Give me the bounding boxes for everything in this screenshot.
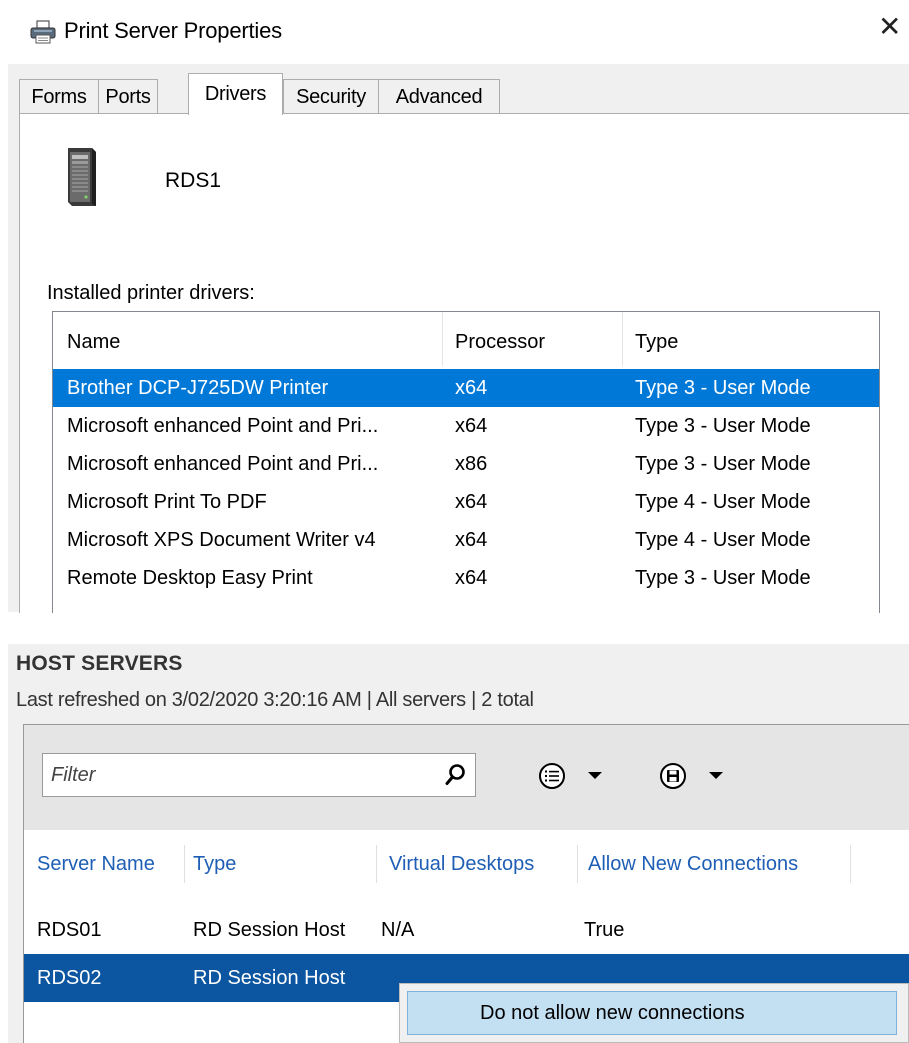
close-icon[interactable]: ✕ xyxy=(878,12,901,42)
driver-row[interactable]: Microsoft Print To PDF x64 Type 4 - User… xyxy=(53,483,879,521)
list-options-button[interactable] xyxy=(534,758,618,794)
driver-processor: x64 xyxy=(455,529,488,551)
host-servers-subtitle: Last refreshed on 3/02/2020 3:20:16 AM |… xyxy=(16,689,534,711)
server-row[interactable]: RDS01 RD Session Host N/A True xyxy=(24,906,909,954)
tab-ports[interactable]: Ports xyxy=(98,79,158,113)
filter-input[interactable] xyxy=(51,754,431,796)
driver-name: Remote Desktop Easy Print xyxy=(67,567,313,589)
column-header-type[interactable]: Type xyxy=(193,845,236,883)
driver-type: Type 4 - User Mode xyxy=(635,529,811,551)
column-divider[interactable] xyxy=(622,312,623,366)
driver-name: Microsoft Print To PDF xyxy=(67,491,267,513)
column-divider[interactable] xyxy=(442,312,443,366)
driver-row[interactable]: Microsoft enhanced Point and Pri... x64 … xyxy=(53,407,879,445)
tab-security[interactable]: Security xyxy=(283,79,379,113)
column-header-server-name[interactable]: Server Name xyxy=(37,845,155,883)
filter-box[interactable] xyxy=(42,753,476,797)
column-header-name[interactable]: Name xyxy=(67,312,120,368)
column-header-processor[interactable]: Processor xyxy=(455,312,545,368)
column-divider[interactable] xyxy=(850,845,851,883)
driver-processor: x64 xyxy=(455,491,488,513)
save-icon xyxy=(660,763,686,789)
column-header-allow-new-connections[interactable]: Allow New Connections xyxy=(588,845,798,883)
tab-forms[interactable]: Forms xyxy=(19,79,99,113)
host-servers-title: HOST SERVERS xyxy=(16,652,183,675)
driver-row[interactable]: Remote Desktop Easy Print x64 Type 3 - U… xyxy=(53,559,879,597)
installed-drivers-list[interactable]: Name Processor Type Brother DCP-J725DW P… xyxy=(52,311,880,613)
driver-type: Type 3 - User Mode xyxy=(635,377,811,399)
column-divider[interactable] xyxy=(376,845,377,883)
server-name: RDS1 xyxy=(165,169,222,192)
list-options-icon xyxy=(539,763,565,789)
driver-row[interactable]: Brother DCP-J725DW Printer x64 Type 3 - … xyxy=(53,369,879,407)
server-type-cell: RD Session Host xyxy=(193,919,346,941)
server-tower-icon xyxy=(68,148,96,206)
tab-advanced[interactable]: Advanced xyxy=(378,79,500,113)
driver-type: Type 3 - User Mode xyxy=(635,453,811,475)
server-name-cell: RDS02 xyxy=(37,967,102,989)
tab-drivers[interactable]: Drivers xyxy=(188,73,283,115)
driver-type: Type 3 - User Mode xyxy=(635,415,811,437)
dialog-title: Print Server Properties xyxy=(64,18,282,43)
driver-name: Brother DCP-J725DW Printer xyxy=(67,377,329,399)
server-type-cell: RD Session Host xyxy=(193,967,346,989)
driver-processor: x64 xyxy=(455,377,488,399)
driver-row[interactable]: Microsoft enhanced Point and Pri... x86 … xyxy=(53,445,879,483)
column-header-type[interactable]: Type xyxy=(635,312,678,368)
driver-name: Microsoft enhanced Point and Pri... xyxy=(67,415,379,437)
search-icon[interactable] xyxy=(445,763,467,787)
column-divider[interactable] xyxy=(184,845,185,883)
driver-name: Microsoft enhanced Point and Pri... xyxy=(67,453,379,475)
column-divider[interactable] xyxy=(577,845,578,883)
context-menu: Do not allow new connections xyxy=(399,983,909,1043)
driver-name: Microsoft XPS Document Writer v4 xyxy=(67,529,376,551)
driver-processor: x86 xyxy=(455,453,488,475)
menu-item-do-not-allow-new-connections[interactable]: Do not allow new connections xyxy=(407,991,897,1035)
column-header-virtual-desktops[interactable]: Virtual Desktops xyxy=(389,845,534,883)
server-name-cell: RDS01 xyxy=(37,919,102,941)
driver-processor: x64 xyxy=(455,567,488,589)
save-options-button[interactable] xyxy=(655,758,739,794)
driver-type: Type 4 - User Mode xyxy=(635,491,811,513)
allow-connections-cell: True xyxy=(584,919,625,941)
driver-processor: x64 xyxy=(455,415,488,437)
caret-down-icon xyxy=(709,772,723,779)
virtual-desktops-cell: N/A xyxy=(381,919,415,941)
driver-row[interactable]: Microsoft XPS Document Writer v4 x64 Typ… xyxy=(53,521,879,559)
caret-down-icon xyxy=(588,772,602,779)
printer-icon xyxy=(30,20,56,44)
installed-drivers-label: Installed printer drivers: xyxy=(47,282,255,304)
driver-type: Type 3 - User Mode xyxy=(635,567,811,589)
